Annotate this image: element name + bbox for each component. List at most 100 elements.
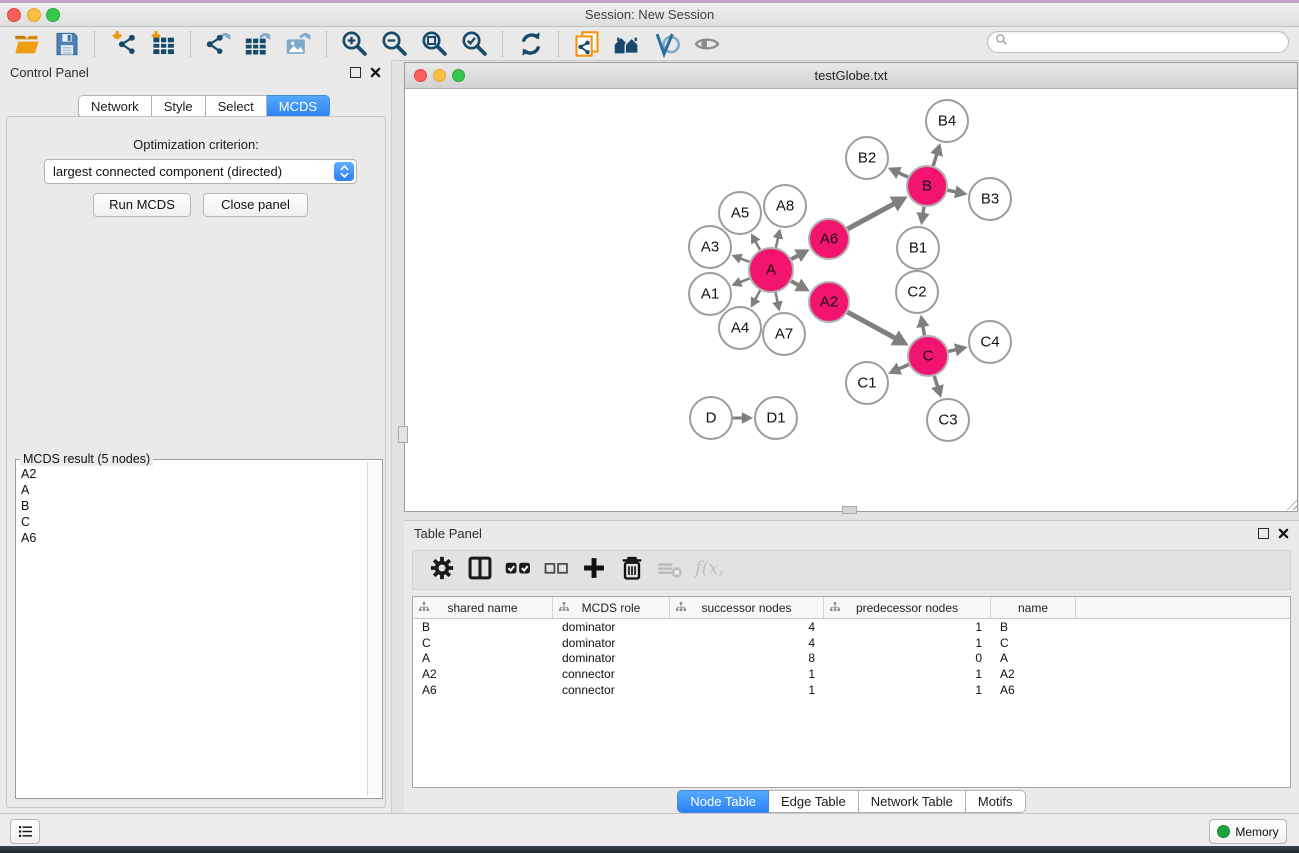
node-C3[interactable]: C3 (927, 399, 969, 441)
birds-eye-button[interactable] (692, 29, 722, 59)
close-panel-button[interactable]: Close panel (203, 193, 308, 217)
window-edge-grip[interactable] (842, 506, 857, 514)
import-network-button[interactable] (108, 29, 138, 59)
mcds-result-item[interactable]: A (21, 482, 366, 498)
edge-B-B2[interactable] (898, 173, 908, 178)
close-panel-icon[interactable] (1278, 528, 1289, 539)
zoom-selected-button[interactable] (460, 29, 490, 59)
node-A[interactable]: A (749, 248, 793, 292)
table-mode-button[interactable] (423, 555, 461, 585)
export-table-button[interactable] (244, 29, 274, 59)
edge-A-A3[interactable] (740, 258, 750, 262)
tab-edge-table[interactable]: Edge Table (769, 790, 859, 813)
node-A4[interactable]: A4 (719, 307, 761, 349)
node-C1[interactable]: C1 (846, 362, 888, 404)
mcds-result-item[interactable]: A6 (21, 530, 366, 546)
optimization-criterion-dropdown[interactable]: largest connected component (directed) (44, 159, 357, 184)
edge-A2-C[interactable] (847, 312, 895, 338)
table-row[interactable]: A6connector11A6 (413, 682, 1290, 698)
float-panel-icon[interactable] (350, 67, 361, 78)
run-mcds-button[interactable]: Run MCDS (93, 193, 191, 217)
node-C4[interactable]: C4 (969, 321, 1011, 363)
node-B2[interactable]: B2 (846, 137, 888, 179)
edge-A-A4[interactable] (755, 290, 760, 299)
window-edge-grip[interactable] (398, 426, 408, 443)
node-B3[interactable]: B3 (969, 178, 1011, 220)
tab-network[interactable]: Network (78, 95, 152, 118)
node-A2[interactable]: A2 (809, 282, 849, 322)
edge-C-C2[interactable] (923, 326, 925, 335)
search-input[interactable] (1012, 34, 1288, 50)
network-from-file-button[interactable] (572, 29, 602, 59)
search-box[interactable] (987, 31, 1289, 53)
node-D1[interactable]: D1 (755, 397, 797, 439)
column-header-successor-nodes[interactable]: successor nodes (670, 597, 824, 618)
mcds-result-list[interactable]: A2ABCA6 (18, 466, 366, 796)
edge-C-C4[interactable] (948, 350, 956, 352)
float-panel-icon[interactable] (1258, 528, 1269, 539)
edge-A-A8[interactable] (776, 237, 778, 247)
toggle-panes-button[interactable] (461, 555, 499, 585)
network-window-titlebar[interactable]: testGlobe.txt (405, 63, 1297, 89)
edge-A6-B[interactable] (847, 204, 894, 229)
node-B[interactable]: B (907, 166, 947, 206)
tab-select[interactable]: Select (206, 95, 267, 118)
tab-node-table[interactable]: Node Table (677, 790, 769, 813)
edge-B-B4[interactable] (933, 154, 937, 166)
node-C2[interactable]: C2 (896, 271, 938, 313)
node-A5[interactable]: A5 (719, 192, 761, 234)
column-header-name[interactable]: name (991, 597, 1076, 618)
show-panels-menu-button[interactable] (10, 819, 40, 844)
column-header-mcds-role[interactable]: MCDS role (553, 597, 670, 618)
zoom-out-button[interactable] (380, 29, 410, 59)
zoom-in-button[interactable] (340, 29, 370, 59)
delete-columns-button[interactable] (613, 555, 651, 585)
node-D[interactable]: D (690, 397, 732, 439)
node-C[interactable]: C (908, 336, 948, 376)
apply-layout-button[interactable] (516, 29, 546, 59)
column-header-predecessor-nodes[interactable]: predecessor nodes (824, 597, 991, 618)
tab-network-table[interactable]: Network Table (859, 790, 966, 813)
edge-A-A2[interactable] (791, 281, 799, 285)
create-column-button[interactable] (575, 555, 613, 585)
edge-C-C1[interactable] (898, 364, 908, 369)
edge-A-A7[interactable] (776, 293, 778, 303)
mcds-result-scrollbar[interactable] (367, 462, 381, 796)
tab-style[interactable]: Style (152, 95, 206, 118)
node-A7[interactable]: A7 (763, 313, 805, 355)
memory-button[interactable]: Memory (1209, 819, 1287, 844)
node-A8[interactable]: A8 (764, 185, 806, 227)
export-image-button[interactable] (284, 29, 314, 59)
mcds-result-item[interactable]: B (21, 498, 366, 514)
tab-motifs[interactable]: Motifs (966, 790, 1026, 813)
graphics-details-button[interactable] (652, 29, 682, 59)
column-header-shared-name[interactable]: shared name (413, 597, 553, 618)
export-network-button[interactable] (204, 29, 234, 59)
node-A3[interactable]: A3 (689, 226, 731, 268)
zoom-fit-button[interactable] (420, 29, 450, 59)
edge-B-B3[interactable] (948, 190, 957, 192)
close-panel-icon[interactable] (370, 67, 381, 78)
open-ndex-button[interactable] (612, 29, 642, 59)
node-A1[interactable]: A1 (689, 273, 731, 315)
node-B1[interactable]: B1 (897, 227, 939, 269)
save-session-button[interactable] (52, 29, 82, 59)
hide-all-columns-button[interactable] (537, 555, 575, 585)
network-canvas[interactable]: B4 B2 B B3 A5A8A6 A3 A A1 B1C2 A2 A4A7 C C4 C1 C3 D D1 (405, 89, 1297, 511)
edge-A-A5[interactable] (755, 241, 760, 250)
mcds-result-item[interactable]: A2 (21, 466, 366, 482)
edge-B-B1[interactable] (923, 207, 924, 214)
node-B4[interactable]: B4 (926, 100, 968, 142)
show-all-columns-button[interactable] (499, 555, 537, 585)
table-row[interactable]: A2connector11A2 (413, 666, 1290, 682)
table-row[interactable]: Cdominator41C (413, 635, 1290, 651)
tab-mcds[interactable]: MCDS (267, 95, 330, 118)
node-A6[interactable]: A6 (809, 219, 849, 259)
edge-C-C3[interactable] (934, 376, 937, 387)
mcds-result-item[interactable]: C (21, 514, 366, 530)
table-row[interactable]: Adominator80A (413, 650, 1290, 666)
edge-A-A6[interactable] (791, 255, 798, 259)
open-session-button[interactable] (12, 29, 42, 59)
import-table-button[interactable] (148, 29, 178, 59)
table-row[interactable]: Bdominator41B (413, 619, 1290, 635)
